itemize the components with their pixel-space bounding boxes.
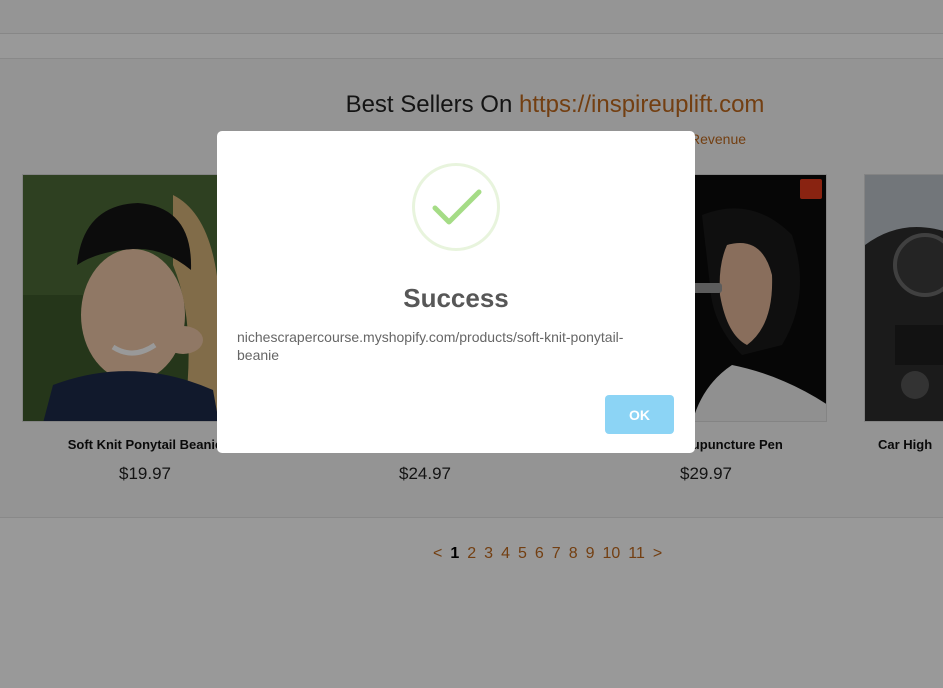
check-icon: [432, 189, 482, 225]
dialog-title: Success: [403, 283, 509, 313]
dialog-message: nichescrapercourse.myshopify.com/product…: [237, 329, 624, 363]
success-icon-ring: [412, 163, 500, 251]
ok-button[interactable]: OK: [605, 395, 674, 434]
success-dialog: Success nichescrapercourse.myshopify.com…: [217, 131, 695, 453]
